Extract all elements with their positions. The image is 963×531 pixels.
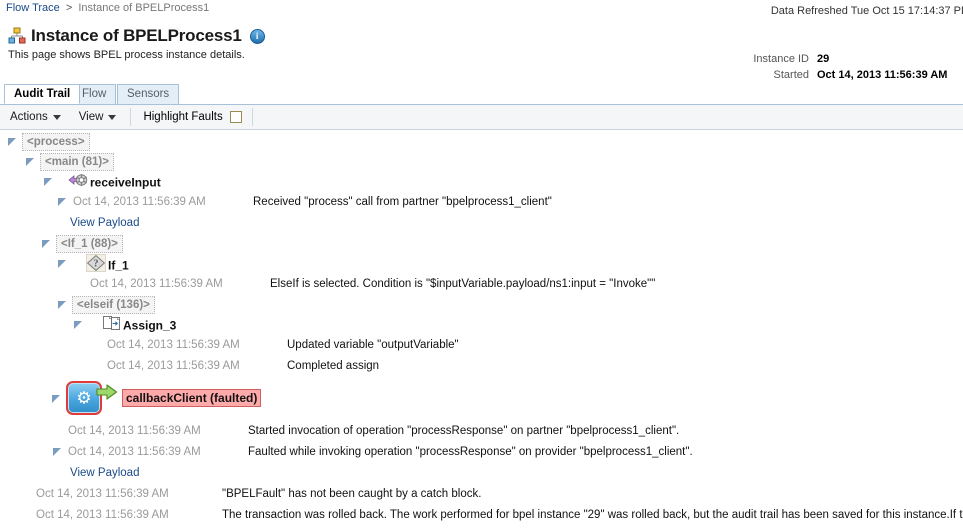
actions-menu-label: Actions [10, 111, 48, 123]
toolbar-divider [130, 108, 132, 126]
view-payload-link[interactable]: View Payload [70, 213, 139, 234]
audit-message-row: Oct 14, 2013 11:56:39 AM ElseIf is select… [0, 274, 963, 295]
tree-node-label: <main (81)> [40, 153, 114, 171]
audit-message-text: Faulted while invoking operation "proces… [248, 446, 693, 458]
audit-message-timestamp: Oct 14, 2013 11:56:39 AM [68, 446, 201, 458]
tab-audit-trail[interactable]: Audit Trail [4, 84, 81, 104]
view-menu-label: View [78, 111, 104, 123]
tree-node-label: <If_1 (88)> [56, 235, 123, 253]
audit-message-timestamp: Oct 14, 2013 11:56:39 AM [36, 488, 169, 500]
audit-trail-tree[interactable]: <process> <main (81)> receiveInput Oct 14, … [0, 132, 963, 531]
tree-node-activity[interactable]: receiveInput [0, 172, 963, 192]
started-value: Oct 14, 2013 11:56:39 AM [817, 69, 948, 81]
process-hierarchy-icon [8, 27, 26, 45]
tab-bar: Audit Trail Flow Sensors [0, 84, 963, 105]
highlight-faults-label: Highlight Faults [143, 111, 223, 123]
audit-message-timestamp: Oct 14, 2013 11:56:39 AM [107, 339, 240, 351]
highlight-faults-control[interactable]: Highlight Faults [137, 111, 247, 123]
tab-sensors[interactable]: Sensors [117, 84, 180, 104]
tree-disclosure-triangle[interactable] [8, 138, 17, 147]
audit-message-text: Updated variable "outputVariable" [287, 339, 459, 351]
audit-message-timestamp: Oct 14, 2013 11:56:39 AM [90, 278, 223, 290]
tree-disclosure-triangle[interactable] [58, 198, 67, 207]
page-subtitle: This page shows BPEL process instance de… [8, 49, 245, 61]
audit-toolbar: Actions View Highlight Faults [0, 105, 963, 130]
actions-menu-button[interactable]: Actions [0, 108, 69, 126]
started-label: Started [773, 69, 809, 81]
audit-message-text: Started invocation of operation "process… [248, 425, 680, 437]
tree-disclosure-triangle[interactable] [52, 395, 61, 404]
audit-message-row: Oct 14, 2013 11:56:39 AM Updated variable… [0, 335, 963, 356]
page-title: Instance of BPELProcess1 [31, 26, 242, 45]
audit-message-text: Completed assign [287, 360, 380, 372]
tree-disclosure-triangle[interactable] [58, 260, 67, 269]
view-payload-row: View Payload [0, 213, 963, 234]
view-payload-row: View Payload [0, 463, 963, 484]
audit-message-text: ElseIf is selected. Condition is "$input… [270, 278, 656, 290]
highlight-faults-checkbox[interactable] [229, 111, 242, 123]
tree-disclosure-triangle[interactable] [44, 178, 53, 187]
assign-activity-icon [103, 316, 120, 330]
tree-node-label: <process> [22, 133, 90, 151]
chevron-down-icon [52, 114, 61, 120]
faulted-activity-label: callbackClient (faulted) [122, 389, 262, 407]
page-title-row: Instance of BPELProcess1 i [8, 26, 265, 46]
data-refreshed-text: Data Refreshed Tue Oct 15 17:14:37 PDT 2… [770, 5, 963, 17]
breadcrumb-flow-trace-link[interactable]: Flow Trace [6, 2, 60, 14]
audit-message-timestamp: Oct 14, 2013 11:56:39 AM [107, 360, 240, 372]
started-row: Started Oct 14, 2013 11:56:39 AM [733, 67, 963, 83]
tree-disclosure-triangle[interactable] [42, 240, 51, 249]
audit-message-text: "BPELFault" has not been caught by a cat… [222, 488, 482, 500]
instance-id-label: Instance ID [753, 53, 809, 65]
audit-message-row: Oct 14, 2013 11:56:39 AM Completed assign [0, 356, 963, 377]
instance-id-row: Instance ID 29 [733, 51, 963, 67]
tree-node-structural[interactable]: <If_1 (88)> [0, 234, 963, 254]
tree-disclosure-triangle[interactable] [74, 321, 83, 330]
svg-text:?: ? [94, 259, 99, 270]
audit-message-timestamp: Oct 14, 2013 11:56:39 AM [68, 425, 201, 437]
breadcrumb-separator: > [65, 2, 73, 14]
tree-disclosure-triangle[interactable] [26, 158, 35, 167]
tree-disclosure-triangle[interactable] [58, 301, 67, 310]
green-arrow-icon [96, 384, 118, 400]
audit-message-row: Oct 14, 2013 11:56:39 AM The transaction … [0, 505, 963, 526]
activity-name-label: Assign_3 [123, 318, 177, 333]
audit-message-row: Oct 14, 2013 11:56:39 AM Received "proces… [0, 192, 963, 213]
tree-node-structural[interactable]: <main (81)> [0, 152, 963, 172]
audit-message-row: Oct 14, 2013 11:56:39 AM Faulted while in… [0, 442, 963, 463]
audit-message-text: The transaction was rolled back. The wor… [222, 509, 963, 521]
activity-name-label: If_1 [108, 258, 129, 273]
instance-id-value: 29 [817, 53, 830, 65]
audit-message-row: Oct 14, 2013 11:56:39 AM Started invocati… [0, 421, 963, 442]
toolbar-divider-end [251, 108, 253, 126]
data-refreshed-status: Data Refreshed Tue Oct 15 17:14:37 PDT 2… [663, 5, 963, 17]
view-payload-link[interactable]: View Payload [70, 463, 139, 484]
tree-node-structural[interactable]: <process> [0, 132, 963, 152]
instance-info-panel: Instance ID 29 Started Oct 14, 2013 11:5… [733, 51, 963, 83]
if-condition-icon: ? [86, 254, 106, 272]
tree-node-faulted-activity[interactable]: ⚙ callbackClient (faulted) [0, 377, 963, 421]
breadcrumb: Flow Trace > Instance of BPELProcess1 [6, 2, 209, 14]
tree-node-activity[interactable]: ? If_1 [0, 254, 963, 274]
tree-node-structural[interactable]: <elseif (136)> [0, 295, 963, 315]
audit-message-text: Received "process" call from partner "bp… [253, 196, 552, 208]
info-icon[interactable]: i [249, 28, 265, 44]
activity-name-label: receiveInput [90, 175, 161, 190]
receive-activity-icon [68, 174, 88, 186]
audit-message-row: Oct 14, 2013 11:56:39 AM "BPELFault" has … [0, 484, 963, 505]
chevron-down-icon [108, 114, 117, 120]
breadcrumb-current: Instance of BPELProcess1 [78, 2, 210, 14]
gear-icon: ⚙ [76, 388, 92, 408]
audit-message-timestamp: Oct 14, 2013 11:56:39 AM [73, 196, 206, 208]
view-menu-button[interactable]: View [69, 108, 125, 126]
tree-node-activity[interactable]: Assign_3 [0, 315, 963, 335]
tree-disclosure-triangle[interactable] [53, 448, 62, 457]
tree-node-label: <elseif (136)> [72, 296, 155, 314]
audit-message-timestamp: Oct 14, 2013 11:56:39 AM [36, 509, 169, 521]
